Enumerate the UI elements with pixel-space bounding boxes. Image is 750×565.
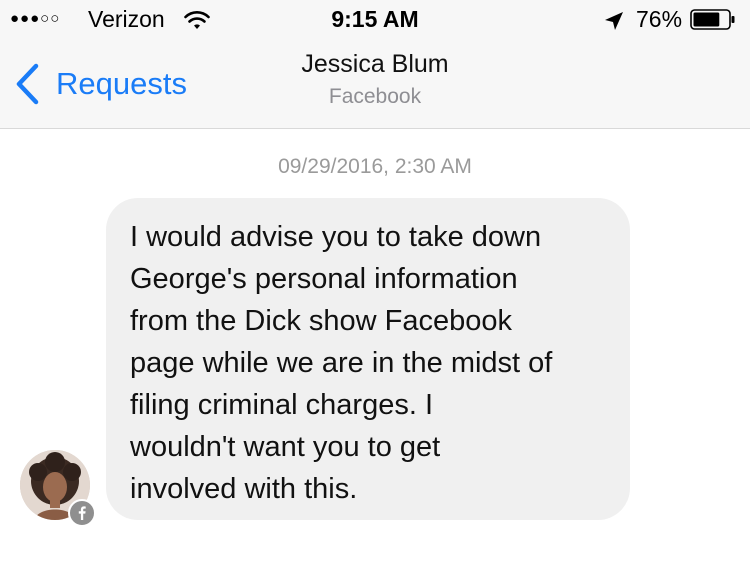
sender-avatar-group[interactable] bbox=[20, 450, 96, 527]
message-text: I would advise you to take down George's… bbox=[130, 221, 553, 505]
battery-percent: 76% bbox=[636, 6, 683, 32]
conversation-title[interactable]: Jessica Blum bbox=[0, 48, 750, 80]
battery-icon bbox=[690, 9, 736, 30]
message-bubble[interactable]: I would advise you to take down George's… bbox=[106, 198, 630, 520]
facebook-icon bbox=[68, 499, 96, 527]
header: ●●●○○ Verizon 9:15 AM 76% Requests Jessi… bbox=[0, 0, 750, 129]
message-timestamp: 09/29/2016, 2:30 AM bbox=[278, 155, 472, 178]
conversation-subtitle: Facebook bbox=[328, 85, 422, 108]
messenger-screen: ●●●○○ Verizon 9:15 AM 76% Requests Jessi… bbox=[0, 0, 750, 565]
location-arrow-icon bbox=[603, 10, 625, 32]
status-bar: ●●●○○ Verizon 9:15 AM 76% bbox=[0, 0, 750, 40]
